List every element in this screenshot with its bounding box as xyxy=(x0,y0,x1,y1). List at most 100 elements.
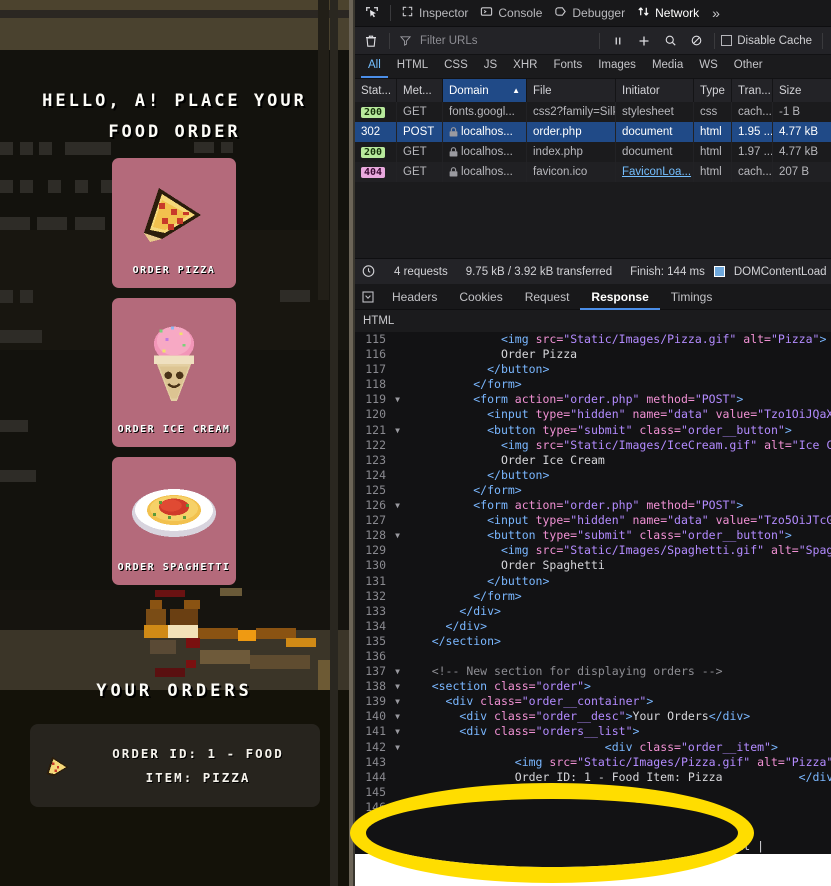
column-header-status[interactable]: Stat... xyxy=(355,79,397,102)
response-source-view[interactable]: 115 <img src="Static/Images/Pizza.gif" a… xyxy=(355,332,831,886)
type-filter-images[interactable]: Images xyxy=(591,55,643,78)
order-pizza-button[interactable]: ORDER PIZZA xyxy=(112,158,236,288)
type-filter-xhr[interactable]: XHR xyxy=(506,55,544,78)
tab-debugger[interactable]: Debugger xyxy=(548,0,631,27)
column-header-method[interactable]: Met... xyxy=(397,79,443,102)
shelf-pixel xyxy=(0,217,30,230)
cell-type: html xyxy=(694,142,732,162)
detail-tab-response[interactable]: Response xyxy=(580,284,660,310)
table-row[interactable]: 404 GET localhos... favicon.ico FaviconLoa..… xyxy=(355,162,831,182)
collapse-triangle-icon[interactable]: ▼ xyxy=(391,423,404,438)
tab-console[interactable]: Console xyxy=(474,0,548,27)
column-header-size[interactable]: Size xyxy=(773,79,829,102)
shelf-pixel xyxy=(75,217,105,230)
column-header-label: File xyxy=(533,84,552,97)
type-filter-ws[interactable]: WS xyxy=(692,55,725,78)
collapse-triangle-icon[interactable]: ▼ xyxy=(391,498,404,513)
disable-cache-toggle[interactable]: Disable Cache xyxy=(721,35,816,47)
table-row[interactable]: 200 GET fonts.googl... css2?family=Silk styl… xyxy=(355,102,831,122)
cell-transferred: 1.97 ... xyxy=(732,142,773,162)
type-filter-fonts[interactable]: Fonts xyxy=(546,55,589,78)
more-tabs-icon[interactable]: » xyxy=(705,5,727,21)
table-row[interactable]: 302 POST localhos... order.php document html 1… xyxy=(355,122,831,142)
counter-texture xyxy=(144,625,168,638)
collapse-triangle-icon[interactable]: ▼ xyxy=(391,740,404,755)
code-line: 116 Order Pizza xyxy=(355,347,831,362)
shelf-pixel xyxy=(37,217,67,230)
line-number: 146 xyxy=(365,799,386,814)
order-item-line-2: ITEM: PIZZA xyxy=(145,769,251,785)
page-bottom-whitespace xyxy=(355,854,831,886)
disable-cache-checkbox[interactable] xyxy=(721,35,733,46)
background-wall xyxy=(0,18,355,50)
table-empty-space xyxy=(355,182,831,258)
code-line: 124 </button> xyxy=(355,468,831,483)
divider xyxy=(822,32,823,49)
filter-urls-field[interactable] xyxy=(396,30,594,51)
counter-texture xyxy=(238,630,256,641)
transferred-size: 9.75 kB / 3.92 kB transferred xyxy=(465,265,613,278)
detail-tab-request[interactable]: Request xyxy=(514,284,581,310)
line-number xyxy=(355,839,391,854)
code-text: </form> xyxy=(473,482,522,497)
column-header-label: Stat... xyxy=(361,84,392,97)
code-line: 144 Order ID: 1 - Food Item: Pizza </div… xyxy=(355,770,831,785)
column-header-type[interactable]: Type xyxy=(694,79,732,102)
collapse-triangle-icon[interactable]: ▼ xyxy=(391,694,404,709)
pause-icon[interactable] xyxy=(606,30,630,52)
element-picker-icon[interactable] xyxy=(358,5,386,21)
line-gutter xyxy=(391,543,404,558)
no-entry-icon[interactable] xyxy=(684,30,708,52)
counter-texture xyxy=(186,638,200,648)
order-spaghetti-button[interactable]: ORDER SPAGHETTI xyxy=(112,457,236,585)
type-filter-all[interactable]: All xyxy=(361,55,388,78)
collapse-pane-icon[interactable] xyxy=(355,290,381,304)
detail-tab-timings[interactable]: Timings xyxy=(660,284,724,310)
code-line: 123 Order Ice Cream xyxy=(355,453,831,468)
code-line: </body> xyxy=(355,824,831,839)
cell-initiator: FaviconLoa... xyxy=(616,162,694,182)
type-filter-js[interactable]: JS xyxy=(477,55,504,78)
type-filter-html[interactable]: HTML xyxy=(390,55,435,78)
cell-file: favicon.ico xyxy=(527,162,616,182)
line-number: 131 xyxy=(365,573,386,588)
collapse-triangle-icon[interactable]: ▼ xyxy=(391,392,404,407)
search-icon[interactable] xyxy=(658,30,682,52)
cell-domain: localhos... xyxy=(443,162,527,182)
table-row[interactable]: 200 GET localhos... index.php document html 1.… xyxy=(355,142,831,162)
tab-inspector[interactable]: Inspector xyxy=(395,0,474,27)
column-header-init[interactable]: Initiator xyxy=(616,79,694,102)
tab-network[interactable]: Network xyxy=(631,0,705,27)
initiator-link[interactable]: FaviconLoa... xyxy=(622,166,691,178)
collapse-triangle-icon[interactable]: ▼ xyxy=(391,679,404,694)
collapse-triangle-icon[interactable]: ▼ xyxy=(391,724,404,739)
type-filter-css[interactable]: CSS xyxy=(437,55,475,78)
order-ice-cream-button[interactable]: ORDER ICE CREAM xyxy=(112,298,236,447)
search-input[interactable] xyxy=(416,30,594,51)
column-header-tran[interactable]: Tran... xyxy=(732,79,773,102)
shelf-pixel xyxy=(75,180,88,193)
counter-texture xyxy=(184,600,200,609)
collapse-triangle-icon[interactable]: ▼ xyxy=(391,664,404,679)
type-filter-other[interactable]: Other xyxy=(727,55,770,78)
cell-method: GET xyxy=(397,162,443,182)
line-number: 122 xyxy=(365,437,386,452)
column-header-file[interactable]: File xyxy=(527,79,616,102)
cell-method: POST xyxy=(397,122,443,142)
plus-icon[interactable] xyxy=(632,30,656,52)
spaghetti-icon xyxy=(112,457,236,562)
trash-icon[interactable] xyxy=(359,30,383,52)
request-type-filters: All HTML CSS JS XHR Fonts Images Media WS Other xyxy=(355,55,831,79)
line-gutter xyxy=(391,513,404,528)
debugger-icon xyxy=(554,5,567,21)
code-line: 121 ▼ <button type="submit" class="order_… xyxy=(355,423,831,438)
detail-tab-cookies[interactable]: Cookies xyxy=(448,284,513,310)
table-header-row: Stat... Met... Domain ▲ File Initiator Type Tra… xyxy=(355,79,831,102)
column-header-domain[interactable]: Domain ▲ xyxy=(443,79,527,102)
collapse-triangle-icon[interactable]: ▼ xyxy=(391,528,404,543)
shelf-pixel xyxy=(0,420,28,432)
type-filter-media[interactable]: Media xyxy=(645,55,690,78)
collapse-triangle-icon[interactable]: ▼ xyxy=(391,709,404,724)
detail-tab-headers[interactable]: Headers xyxy=(381,284,448,310)
code-line: </html>HTB{f4k3_fl4g_f0r_t35t1ng}ls /*fl… xyxy=(355,839,831,854)
